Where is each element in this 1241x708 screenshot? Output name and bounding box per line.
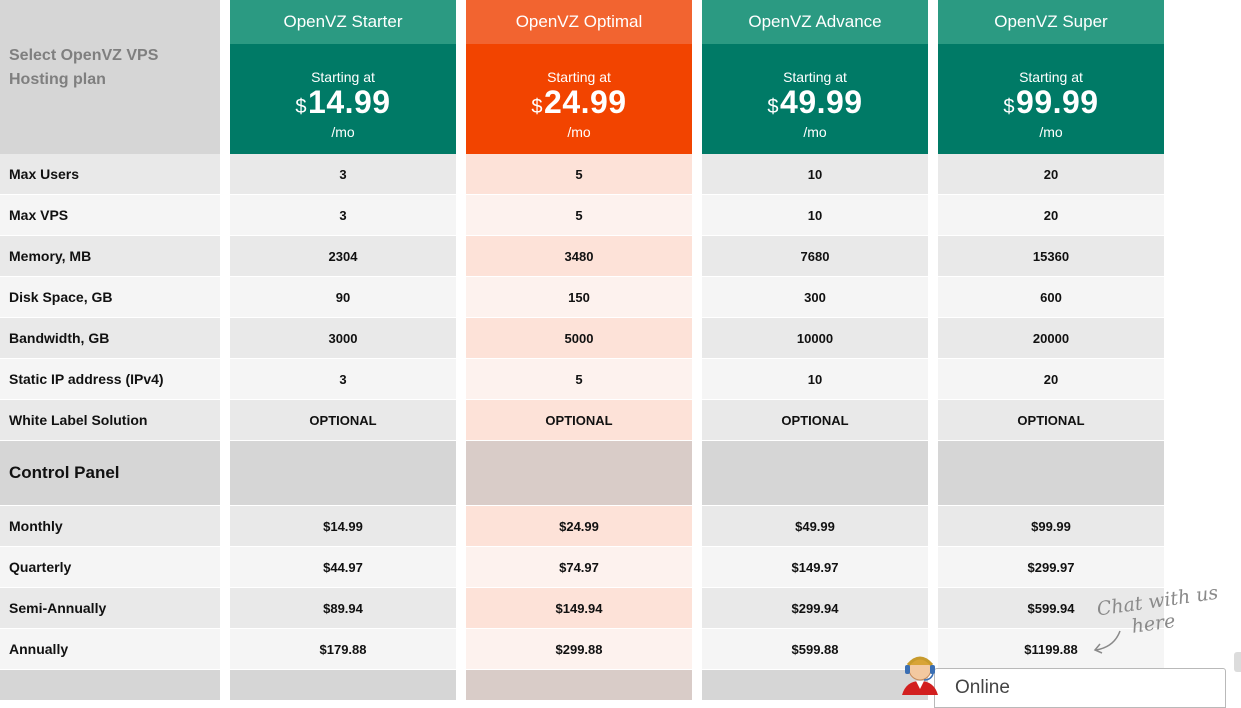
plan-price: $24.99 xyxy=(531,84,627,120)
table-cell: 5 xyxy=(466,359,692,400)
billing-cell: $299.94 xyxy=(702,588,928,629)
billing-cell: $24.99 xyxy=(466,506,692,547)
table-cell: OPTIONAL xyxy=(702,400,928,441)
section-cell xyxy=(466,441,692,506)
table-cell: 10 xyxy=(702,359,928,400)
table-cell: 15360 xyxy=(938,236,1164,277)
section-cell xyxy=(702,441,928,506)
billing-cell: $99.99 xyxy=(938,506,1164,547)
per-month-label: /mo xyxy=(803,124,827,140)
table-cell: 7680 xyxy=(702,236,928,277)
billing-cell: $14.99 xyxy=(230,506,456,547)
billing-cell: $149.97 xyxy=(702,547,928,588)
table-cell: 10 xyxy=(702,154,928,195)
select-plan-label: Select OpenVZ VPS Hosting plan xyxy=(0,0,220,154)
starting-at-label: Starting at xyxy=(311,69,375,85)
row-label: Disk Space, GB xyxy=(0,277,220,318)
plan-column-optimal[interactable]: OpenVZ Optimal Starting at $24.99 /mo 5 … xyxy=(466,0,692,700)
chat-status-text: Online xyxy=(955,677,1010,698)
section-label-control-panel: Control Panel xyxy=(0,441,220,506)
table-cell: 3 xyxy=(230,154,456,195)
table-cell: 300 xyxy=(702,277,928,318)
section-cell xyxy=(938,441,1164,506)
billing-label: Monthly xyxy=(0,506,220,547)
row-label: White Label Solution xyxy=(0,400,220,441)
billing-cell: $179.88 xyxy=(230,629,456,670)
table-cell: 5000 xyxy=(466,318,692,359)
billing-cell: $299.97 xyxy=(938,547,1164,588)
billing-cell: $89.94 xyxy=(230,588,456,629)
per-month-label: /mo xyxy=(331,124,355,140)
plan-column-advance[interactable]: OpenVZ Advance Starting at $49.99 /mo 10… xyxy=(702,0,928,700)
row-label: Max Users xyxy=(0,154,220,195)
per-month-label: /mo xyxy=(567,124,591,140)
billing-label: Annually xyxy=(0,629,220,670)
table-cell: 5 xyxy=(466,195,692,236)
plan-price: $14.99 xyxy=(295,84,391,120)
table-cell: 3000 xyxy=(230,318,456,359)
table-cell: 2304 xyxy=(230,236,456,277)
starting-at-label: Starting at xyxy=(783,69,847,85)
live-chat-button[interactable]: Online xyxy=(934,668,1226,708)
table-cell: 3480 xyxy=(466,236,692,277)
feature-labels-column: Select OpenVZ VPS Hosting plan Max Users… xyxy=(0,0,220,700)
table-cell: OPTIONAL xyxy=(466,400,692,441)
billing-cell: $49.99 xyxy=(702,506,928,547)
section-cell xyxy=(230,441,456,506)
billing-cell: $599.88 xyxy=(702,629,928,670)
table-cell: 10 xyxy=(702,195,928,236)
plan-name[interactable]: OpenVZ Advance xyxy=(702,0,928,44)
billing-cell: $44.97 xyxy=(230,547,456,588)
starting-at-label: Starting at xyxy=(1019,69,1083,85)
support-agent-icon[interactable] xyxy=(898,653,944,695)
table-cell: OPTIONAL xyxy=(230,400,456,441)
arrow-icon xyxy=(1093,630,1121,654)
plan-name[interactable]: OpenVZ Starter xyxy=(230,0,456,44)
table-footer xyxy=(466,670,692,700)
plan-price-box[interactable]: Starting at $99.99 /mo xyxy=(938,44,1164,154)
table-cell: 600 xyxy=(938,277,1164,318)
table-footer xyxy=(0,670,220,700)
billing-cell: $299.88 xyxy=(466,629,692,670)
row-label: Bandwidth, GB xyxy=(0,318,220,359)
starting-at-label: Starting at xyxy=(547,69,611,85)
table-cell: 150 xyxy=(466,277,692,318)
row-label: Static IP address (IPv4) xyxy=(0,359,220,400)
table-cell: OPTIONAL xyxy=(938,400,1164,441)
plan-name[interactable]: OpenVZ Optimal xyxy=(466,0,692,44)
billing-cell: $74.97 xyxy=(466,547,692,588)
plan-name[interactable]: OpenVZ Super xyxy=(938,0,1164,44)
plan-price-box[interactable]: Starting at $24.99 /mo xyxy=(466,44,692,154)
table-cell: 10000 xyxy=(702,318,928,359)
side-tab[interactable] xyxy=(1234,652,1241,672)
table-cell: 20 xyxy=(938,195,1164,236)
plan-column-super[interactable]: OpenVZ Super Starting at $99.99 /mo 20 2… xyxy=(938,0,1164,700)
table-cell: 5 xyxy=(466,154,692,195)
table-cell: 20000 xyxy=(938,318,1164,359)
plan-price: $99.99 xyxy=(1003,84,1099,120)
table-cell: 90 xyxy=(230,277,456,318)
billing-label: Quarterly xyxy=(0,547,220,588)
per-month-label: /mo xyxy=(1039,124,1063,140)
billing-label: Semi-Annually xyxy=(0,588,220,629)
table-cell: 3 xyxy=(230,359,456,400)
table-cell: 3 xyxy=(230,195,456,236)
table-footer xyxy=(702,670,928,700)
table-cell: 20 xyxy=(938,359,1164,400)
plan-price-box[interactable]: Starting at $49.99 /mo xyxy=(702,44,928,154)
plan-price: $49.99 xyxy=(767,84,863,120)
billing-cell: $149.94 xyxy=(466,588,692,629)
table-cell: 20 xyxy=(938,154,1164,195)
plan-column-starter[interactable]: OpenVZ Starter Starting at $14.99 /mo 3 … xyxy=(230,0,456,700)
plan-price-box[interactable]: Starting at $14.99 /mo xyxy=(230,44,456,154)
table-footer xyxy=(230,670,456,700)
row-label: Memory, MB xyxy=(0,236,220,277)
row-label: Max VPS xyxy=(0,195,220,236)
